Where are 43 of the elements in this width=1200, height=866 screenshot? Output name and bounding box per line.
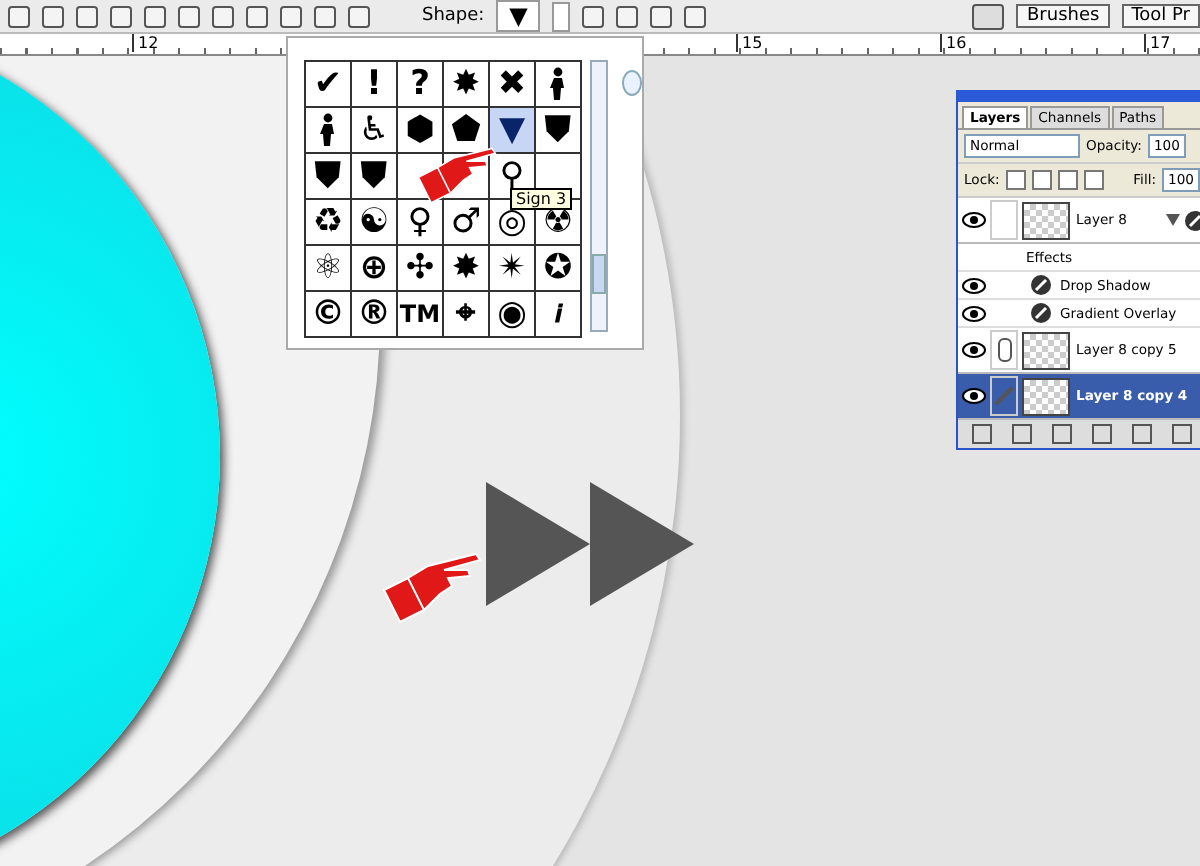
scrollbar[interactable] bbox=[590, 60, 608, 332]
lock-option-icon[interactable] bbox=[1057, 170, 1078, 190]
tool-option-icon[interactable] bbox=[280, 5, 302, 27]
tool-option-icon[interactable] bbox=[246, 5, 268, 27]
shape-preview[interactable]: ▼ bbox=[496, 0, 541, 32]
tool-option-icon[interactable] bbox=[42, 5, 64, 27]
ruler-label: 16 bbox=[940, 34, 967, 52]
ruler-label: 12 bbox=[132, 34, 159, 52]
link-icon[interactable] bbox=[998, 338, 1012, 362]
layer-thumbnail bbox=[1022, 377, 1070, 415]
eye-icon[interactable] bbox=[962, 212, 986, 228]
lock-option-icon[interactable] bbox=[1031, 170, 1052, 190]
eye-icon[interactable] bbox=[962, 388, 986, 404]
eye-icon[interactable] bbox=[962, 342, 986, 358]
tool-option-icon[interactable] bbox=[110, 5, 132, 27]
lock-option-icon[interactable] bbox=[1005, 170, 1026, 190]
tool-option-icon[interactable] bbox=[314, 5, 336, 27]
combine-mode-icon[interactable] bbox=[582, 5, 605, 27]
combine-mode-icon[interactable] bbox=[650, 5, 673, 27]
tooltip: Sign 3 bbox=[510, 188, 573, 210]
tool-option-icon[interactable] bbox=[144, 5, 166, 27]
lock-option-icon[interactable] bbox=[1083, 170, 1104, 190]
dropdown-caret-icon[interactable] bbox=[552, 1, 571, 31]
eye-icon[interactable] bbox=[962, 277, 986, 293]
tool-option-icon[interactable] bbox=[8, 5, 30, 27]
layer-thumbnail bbox=[1022, 331, 1070, 369]
eye-icon[interactable] bbox=[962, 305, 986, 321]
ruler-label: 17 bbox=[1144, 34, 1171, 52]
shape-label: Shape: bbox=[422, 6, 485, 26]
tool-option-icon[interactable] bbox=[212, 5, 234, 27]
combine-mode-icon[interactable] bbox=[616, 5, 639, 27]
shape-swatch[interactable]: ▼ bbox=[490, 108, 536, 154]
combine-mode-icon[interactable] bbox=[684, 5, 707, 27]
ruler-label: 15 bbox=[736, 34, 763, 52]
fast-forward-icon bbox=[486, 482, 694, 606]
tool-option-icon[interactable] bbox=[178, 5, 200, 27]
tool-option-icon[interactable] bbox=[76, 5, 98, 27]
expand-triangle-icon[interactable] bbox=[1166, 214, 1180, 226]
effects-icon bbox=[1184, 209, 1200, 231]
layer-thumbnail bbox=[1022, 201, 1070, 239]
panel-tab[interactable]: Brushes bbox=[1016, 4, 1110, 28]
tool-option-icon[interactable] bbox=[348, 5, 370, 27]
panel-tab[interactable]: Tool Pr bbox=[1121, 4, 1200, 28]
